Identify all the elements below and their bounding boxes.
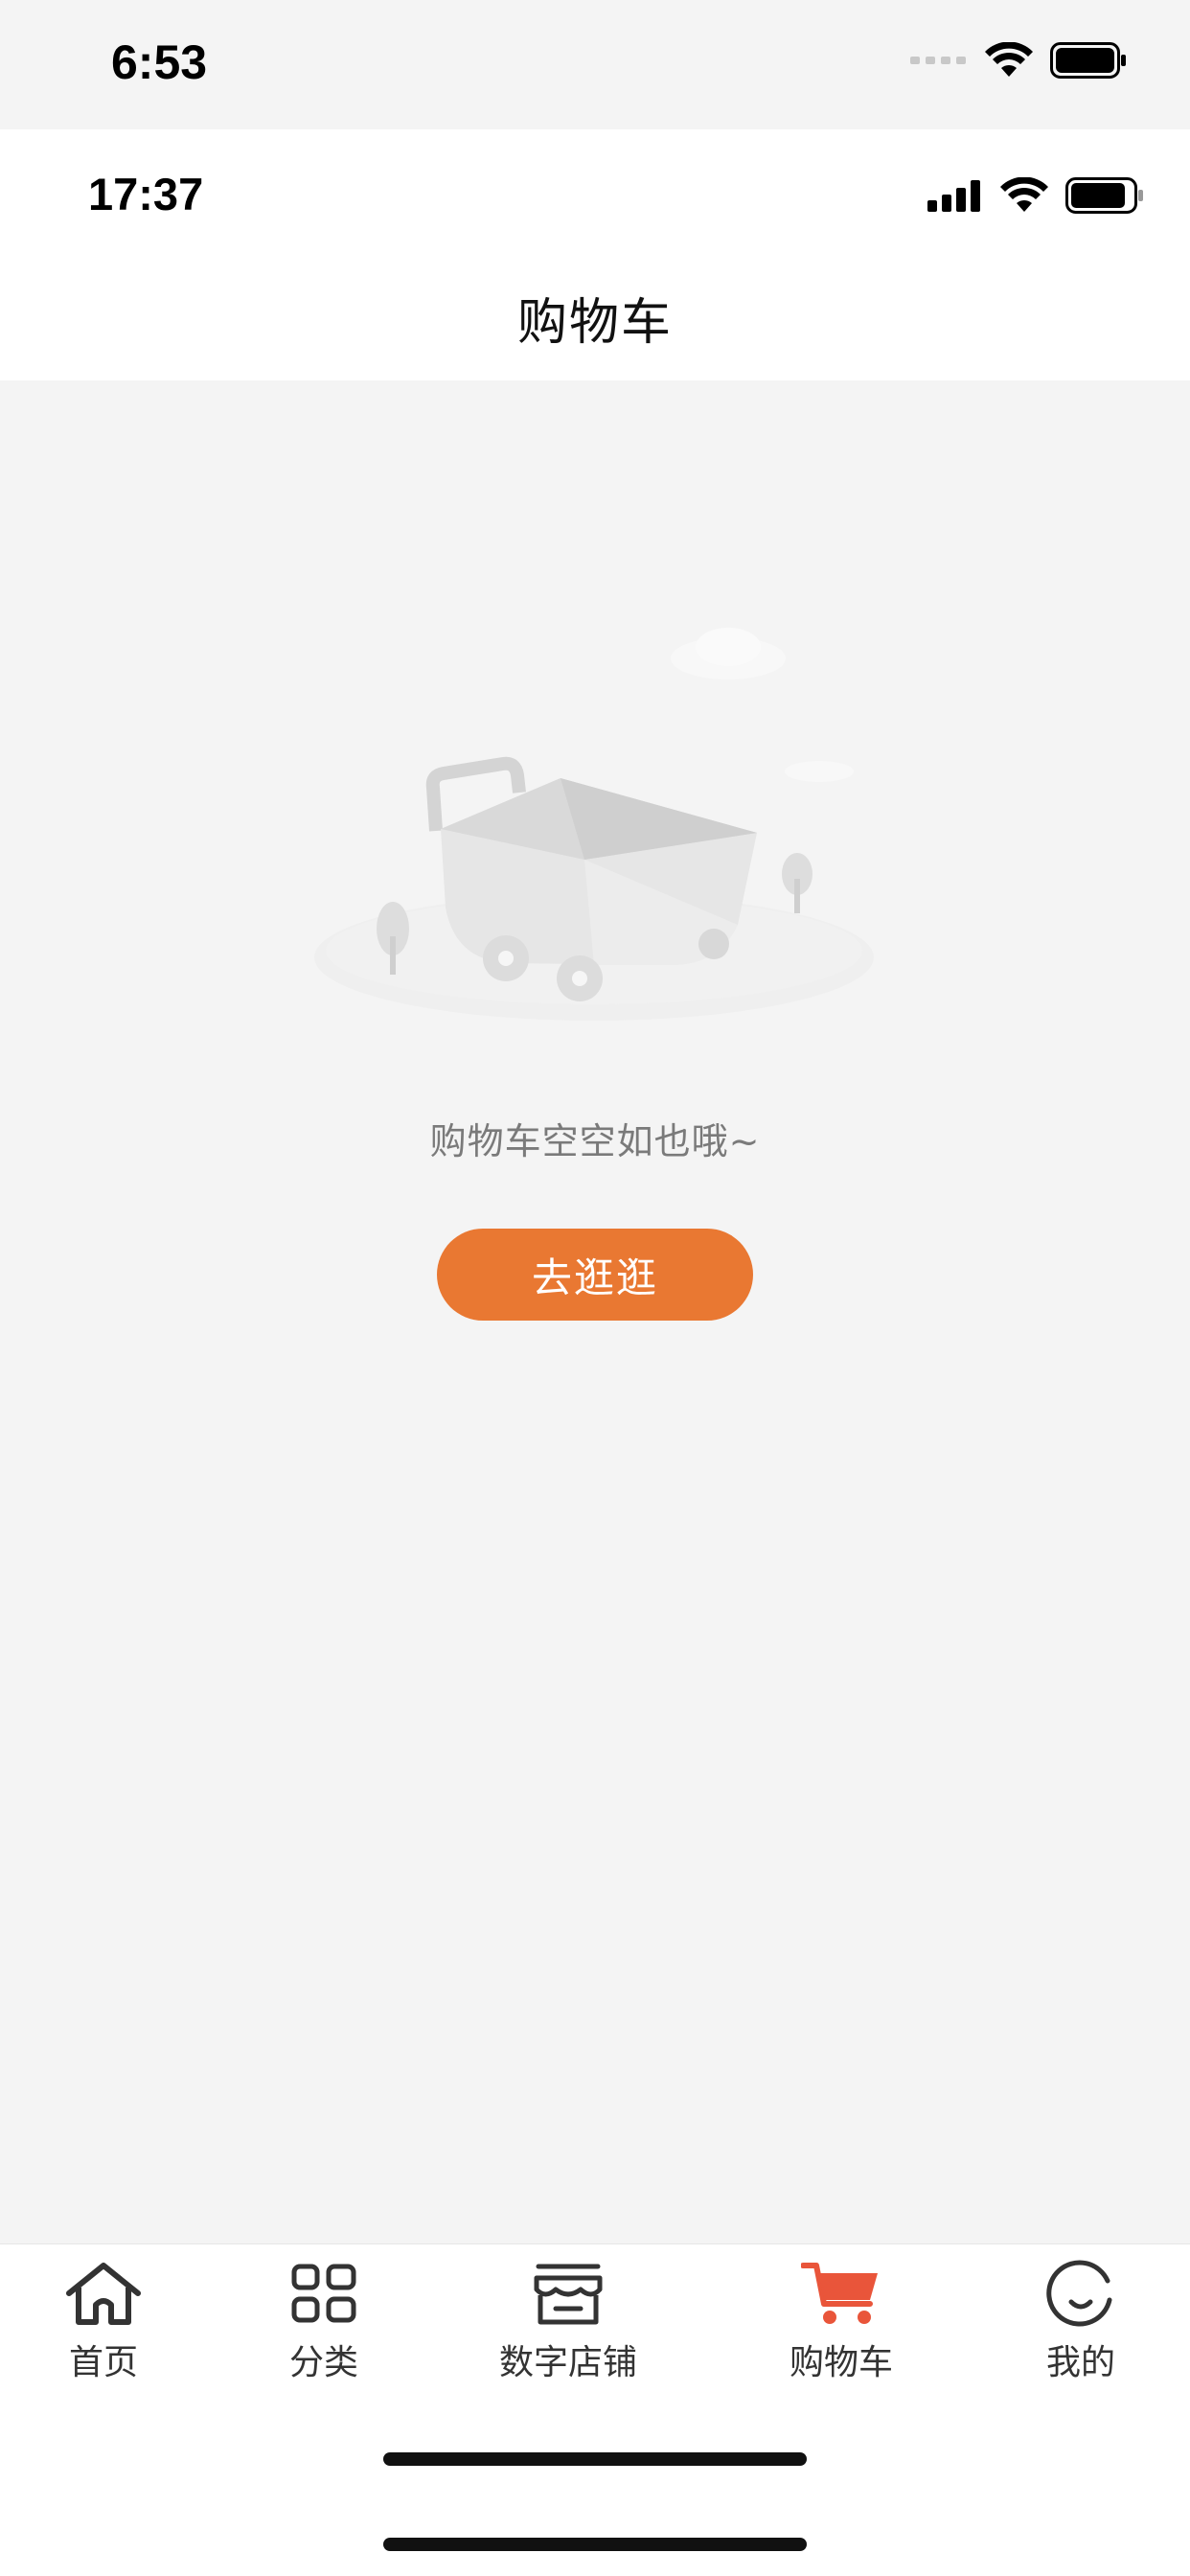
tab-category-label: 分类 [288,2343,358,2382]
tab-digital-store[interactable]: 数字店铺 [499,2258,637,2384]
inner-status-bar: 17:37 [0,129,1190,254]
cellular-signal-icon [927,180,980,212]
home-indicator[interactable] [383,2452,807,2466]
tab-mine-label: 我的 [1045,2343,1115,2382]
empty-cart-illustration [314,628,874,1021]
category-grid-icon [291,2264,356,2323]
store-icon [534,2264,603,2325]
tab-home-label: 首页 [68,2343,138,2382]
wifi-icon [1000,177,1048,212]
go-shopping-button[interactable]: 去逛逛 [437,1229,753,1321]
smile-icon [1046,2260,1112,2327]
wifi-icon [985,42,1033,77]
empty-cart-message: 购物车空空如也哦~ [429,1120,761,1162]
battery-icon [1065,177,1143,214]
outer-status-time: 6:53 [111,35,208,89]
signal-dots-icon [910,57,966,64]
tab-mine[interactable]: 我的 [1041,2258,1121,2384]
battery-icon [1050,42,1126,79]
outer-status-bar: 6:53 [0,0,1190,129]
outer-status-icons [910,42,1127,79]
cart-icon [801,2263,878,2324]
tab-digital-store-label: 数字店铺 [499,2343,638,2382]
home-indicator-outer[interactable] [383,2538,807,2551]
tab-cart[interactable]: 购物车 [790,2258,893,2384]
tab-category[interactable]: 分类 [284,2258,364,2384]
tab-bar: 首页 分类 数字店铺 购物车 我的 [0,2243,1190,2576]
inner-status-icons [927,177,1144,214]
inner-status-time: 17:37 [88,169,204,219]
page-title: 购物车 [516,293,673,352]
tab-cart-label: 购物车 [790,2343,894,2382]
cart-content: 购物车空空如也哦~ 去逛逛 [0,380,1190,2243]
tab-home[interactable]: 首页 [63,2258,144,2384]
home-icon [66,2263,141,2325]
nav-header: 购物车 [0,254,1190,380]
